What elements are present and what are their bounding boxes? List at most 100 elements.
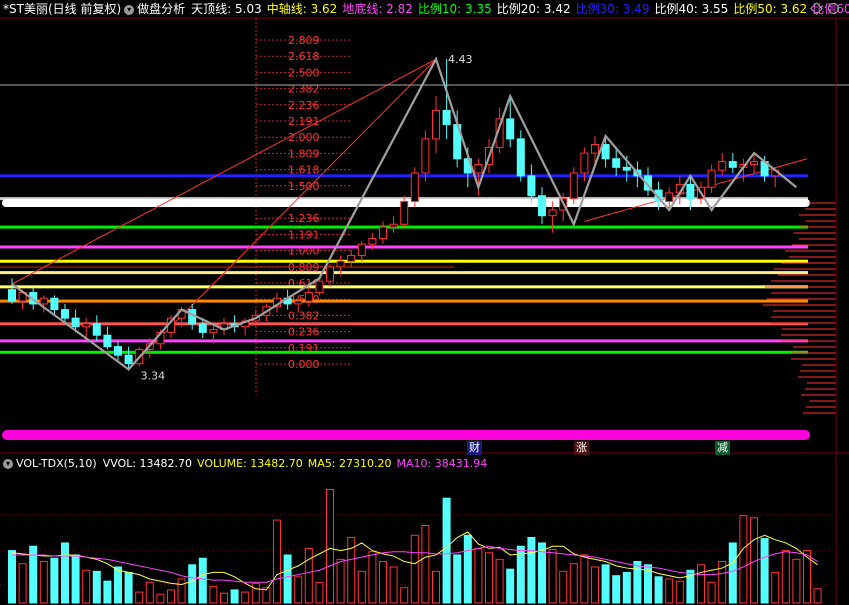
volume-bar	[103, 580, 112, 604]
volume-bar	[368, 551, 377, 604]
candle-body	[198, 323, 207, 333]
candle-body	[622, 166, 631, 171]
main-chart[interactable]: 2.8092.6182.5002.3822.2362.1912.0001.809…	[0, 0, 849, 605]
volume-bar	[220, 592, 228, 604]
event-marker-reduce[interactable]: 减	[715, 441, 730, 455]
volume-bar	[209, 586, 218, 604]
event-marker-rise[interactable]: 涨	[574, 441, 589, 455]
volume-bar	[527, 537, 536, 604]
fib-label: 1.191	[288, 228, 320, 241]
volume-bar	[781, 550, 790, 604]
candle-body	[389, 223, 398, 228]
candle-body	[357, 243, 366, 257]
candle-body	[8, 289, 16, 302]
level-line	[0, 245, 808, 249]
volume-bar	[39, 561, 48, 604]
indicator-values: 天顶线: 5.03 中轴线: 3.62 地底线: 2.82 比例10: 3.35 比例2…	[191, 0, 849, 18]
volume-indicator-name[interactable]: VOL-TDX(5,10)	[16, 457, 97, 470]
volume-value-3: MA10: 38431.94	[396, 457, 488, 470]
trend-line-up	[11, 58, 437, 285]
volume-bar	[61, 542, 69, 604]
volume-bar	[506, 568, 515, 604]
candle-body	[548, 209, 557, 217]
indicator-value-1: 中轴线: 3.62	[266, 2, 338, 16]
volume-bar	[665, 578, 674, 604]
volume-bar	[379, 561, 387, 604]
volume-bar	[315, 581, 324, 604]
volume-bar	[145, 581, 154, 604]
volume-bar	[114, 566, 122, 604]
candle-body	[124, 354, 133, 365]
volume-bar	[156, 593, 165, 604]
volume-bar	[622, 571, 631, 604]
level-line	[0, 299, 808, 303]
candle-body	[410, 172, 419, 202]
candle-body	[538, 195, 546, 217]
indicator-name[interactable]: 做盘分析	[137, 0, 185, 18]
indicator-value-5: 比例30: 3.49	[575, 2, 650, 16]
volume-header: ▾ VOL-TDX(5,10) VVOL: 13482.70 VOLUME: 1348…	[0, 455, 849, 472]
volume-bar	[569, 563, 578, 604]
volume-bar	[633, 561, 642, 604]
volume-bar	[135, 591, 144, 604]
volume-profile	[763, 202, 836, 414]
header-bar: *ST美丽(日线 前复权) ▾ 做盘分析 天顶线: 5.03 中轴线: 3.62 地底线:…	[0, 0, 849, 18]
volume-panel[interactable]	[0, 488, 836, 604]
circle-icon[interactable]	[828, 3, 839, 14]
volume-bar	[474, 547, 483, 604]
volume-bar	[177, 578, 186, 604]
candle-body	[103, 334, 112, 348]
candle-body	[294, 300, 303, 305]
fib-label: 2.191	[288, 115, 320, 128]
volume-bar	[559, 570, 568, 604]
volume-bar	[485, 552, 493, 604]
candle-body	[686, 183, 695, 200]
stock-name[interactable]: *ST美丽(日线 前复权)	[3, 0, 121, 18]
volume-bar	[771, 571, 780, 604]
volume-bar	[198, 557, 207, 604]
candle-body	[400, 200, 409, 225]
volume-bar	[71, 554, 80, 604]
volume-bar	[273, 519, 281, 604]
event-finance-label: 财	[469, 441, 480, 454]
candle-body	[612, 158, 621, 168]
level-line	[0, 259, 808, 263]
chevron-down-icon[interactable]: ▾	[3, 459, 13, 469]
candle-body	[527, 175, 536, 197]
chevron-down-icon[interactable]: ▾	[124, 4, 135, 15]
level-line	[0, 174, 808, 178]
volume-bar	[591, 566, 599, 604]
volume-bar	[495, 558, 504, 604]
volume-bar	[283, 554, 292, 604]
fib-label: 1.236	[288, 212, 320, 225]
candle-body	[506, 118, 515, 140]
candle-body	[304, 292, 313, 302]
candle-body	[379, 226, 387, 239]
candle-body	[474, 163, 483, 174]
candle-body	[728, 161, 737, 168]
volume-bar	[410, 534, 419, 604]
volume-bar	[400, 587, 409, 604]
volume-bar	[188, 564, 197, 604]
candle-body	[82, 323, 91, 328]
volume-bar	[580, 554, 589, 604]
fib-label: 2.618	[288, 50, 320, 63]
volume-bar	[792, 558, 801, 604]
volume-value-0: VVOL: 13482.70	[102, 457, 193, 470]
candle-body	[442, 109, 451, 126]
level-line	[0, 339, 808, 343]
volume-bar	[432, 570, 440, 604]
volume-bar	[304, 547, 313, 604]
candle-body	[601, 144, 610, 160]
candle-body	[432, 109, 440, 140]
volume-bar	[230, 589, 239, 604]
volume-bar	[707, 581, 716, 604]
volume-value-2: MA5: 27310.20	[307, 457, 392, 470]
candle-body	[326, 266, 334, 282]
candle-body	[750, 161, 758, 165]
event-marker-finance[interactable]: 财	[467, 441, 482, 455]
volume-bar	[442, 497, 451, 604]
fib-label: 2.500	[288, 66, 320, 79]
indicator-value-4: 比例20: 3.42	[496, 2, 571, 16]
fib-label: 1.809	[288, 147, 320, 160]
